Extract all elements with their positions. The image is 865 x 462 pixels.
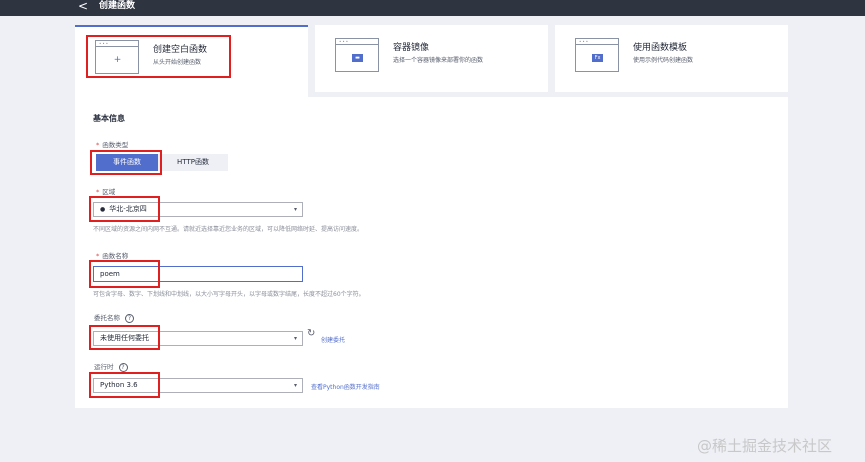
region-hint: 不同区域的资源之间内网不互通。请就近选择靠近您业务的区域，可以降低网络时延、提高… xyxy=(93,226,364,233)
annotation-box xyxy=(89,325,160,350)
section-title: 基本信息 xyxy=(93,114,125,123)
back-arrow-icon[interactable]: < xyxy=(78,0,88,16)
annotation-box xyxy=(89,196,160,222)
create-agency-link[interactable]: 创建委托 xyxy=(321,335,345,344)
chevron-down-icon: ▾ xyxy=(293,206,297,213)
help-icon[interactable]: ? xyxy=(125,313,134,323)
card-function-template[interactable]: ••• Fx 使用函数模板 使用示例代码创建函数 xyxy=(555,25,788,92)
function-name-hint: 可包含字母、数字、下划线和中划线，以大小写字母开头，以字母或数字结尾，长度不超过… xyxy=(93,291,365,298)
agency-label: 委托名称? xyxy=(94,312,134,323)
function-type-label: * 函数类型 xyxy=(96,141,129,149)
required-mark: * xyxy=(96,188,100,196)
required-mark: * xyxy=(96,252,100,260)
chevron-down-icon: ▾ xyxy=(293,335,297,342)
python-guide-link[interactable]: 查看Python函数开发指南 xyxy=(311,382,380,391)
card-title: 使用函数模板 xyxy=(633,43,688,53)
http-function-option[interactable]: HTTP函数 xyxy=(158,154,228,171)
page-title: 创建函数 xyxy=(99,1,136,11)
runtime-label: 运行时? xyxy=(94,361,128,372)
card-desc: 选择一个容器镜像来部署你的函数 xyxy=(393,57,484,64)
annotation-box xyxy=(86,35,231,78)
refresh-icon[interactable]: ↻ xyxy=(307,329,315,339)
annotation-box xyxy=(90,150,162,175)
required-mark: * xyxy=(96,141,100,149)
card-container-image[interactable]: ••• ▬ 容器镜像 选择一个容器镜像来部署你的函数 xyxy=(315,25,548,92)
chevron-down-icon: ▾ xyxy=(293,382,297,389)
card-title: 容器镜像 xyxy=(393,43,430,53)
function-template-icon: ••• Fx xyxy=(575,38,619,72)
top-bar: < 创建函数 xyxy=(0,0,865,16)
container-image-icon: ••• ▬ xyxy=(335,38,379,72)
form-panel xyxy=(75,97,788,408)
watermark: @稀土掘金技术社区 xyxy=(697,437,833,455)
region-label: * 区域 xyxy=(96,188,116,196)
card-desc: 使用示例代码创建函数 xyxy=(633,57,694,64)
annotation-box xyxy=(89,260,160,288)
function-name-label: * 函数名称 xyxy=(96,252,129,260)
annotation-box xyxy=(89,372,160,398)
help-icon[interactable]: ? xyxy=(118,362,128,372)
